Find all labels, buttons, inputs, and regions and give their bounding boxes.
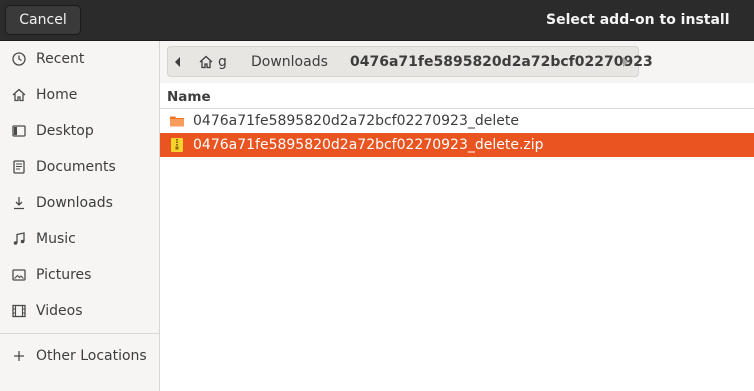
column-header-label: Name (167, 88, 211, 105)
plus-icon (11, 348, 27, 364)
sidebar-item-downloads[interactable]: Downloads (0, 185, 159, 221)
places-sidebar: Recent Home Desktop Documents Downloads … (0, 41, 160, 391)
path-bar: g Downloads 0476a71fe5895820d2a72bcf0227… (167, 46, 653, 77)
document-icon (11, 159, 27, 175)
zip-archive-icon (169, 137, 185, 153)
file-row[interactable]: 0476a71fe5895820d2a72bcf02270923_delete (160, 109, 754, 133)
sidebar-item-documents[interactable]: Documents (0, 149, 159, 185)
sidebar-item-label: Music (36, 231, 76, 247)
sidebar-item-label: Downloads (36, 195, 113, 211)
pathbar-area: g Downloads 0476a71fe5895820d2a72bcf0227… (160, 41, 754, 83)
picture-icon (11, 267, 27, 283)
sidebar-item-recent[interactable]: Recent (0, 41, 159, 77)
sidebar-item-label: Home (36, 87, 78, 103)
dialog-header: Cancel Select add-on to install (0, 0, 754, 41)
sidebar-item-pictures[interactable]: Pictures (0, 257, 159, 293)
path-segment-home[interactable]: g (198, 47, 227, 76)
video-icon (11, 303, 27, 319)
file-chooser-content: g Downloads 0476a71fe5895820d2a72bcf0227… (160, 41, 754, 391)
sidebar-divider (0, 333, 159, 334)
file-name: 0476a71fe5895820d2a72bcf02270923_delete.… (193, 137, 544, 153)
folder-icon (169, 113, 185, 129)
sidebar-item-label: Recent (36, 51, 85, 67)
home-icon (11, 87, 27, 103)
sidebar-item-label: Desktop (36, 123, 94, 139)
path-segment-downloads[interactable]: Downloads (251, 47, 328, 76)
desktop-icon (11, 123, 27, 139)
sidebar-item-home[interactable]: Home (0, 77, 159, 113)
column-header-name[interactable]: Name (160, 85, 754, 109)
cancel-button[interactable]: Cancel (5, 5, 81, 35)
dialog-title: Select add-on to install (546, 12, 730, 28)
sidebar-item-desktop[interactable]: Desktop (0, 113, 159, 149)
sidebar-item-label: Pictures (36, 267, 92, 283)
home-icon (198, 54, 214, 70)
path-scroll-left-button[interactable] (173, 47, 187, 76)
download-icon (11, 195, 27, 211)
sidebar-item-other-locations[interactable]: Other Locations (0, 338, 159, 374)
sidebar-item-videos[interactable]: Videos (0, 293, 159, 329)
path-scroll-right-button[interactable] (620, 47, 634, 76)
file-name: 0476a71fe5895820d2a72bcf02270923_delete (193, 113, 519, 129)
music-icon (11, 231, 27, 247)
file-row-selected[interactable]: 0476a71fe5895820d2a72bcf02270923_delete.… (160, 133, 754, 157)
path-segment-label: Downloads (251, 53, 328, 70)
clock-icon (11, 51, 27, 67)
sidebar-item-label: Documents (36, 159, 116, 175)
sidebar-item-label: Videos (36, 303, 83, 319)
path-segment-current[interactable]: 0476a71fe5895820d2a72bcf02270923 (350, 47, 653, 76)
sidebar-item-music[interactable]: Music (0, 221, 159, 257)
path-segment-label: 0476a71fe5895820d2a72bcf02270923 (350, 53, 653, 70)
sidebar-item-label: Other Locations (36, 348, 147, 364)
path-segment-label: g (218, 53, 227, 70)
